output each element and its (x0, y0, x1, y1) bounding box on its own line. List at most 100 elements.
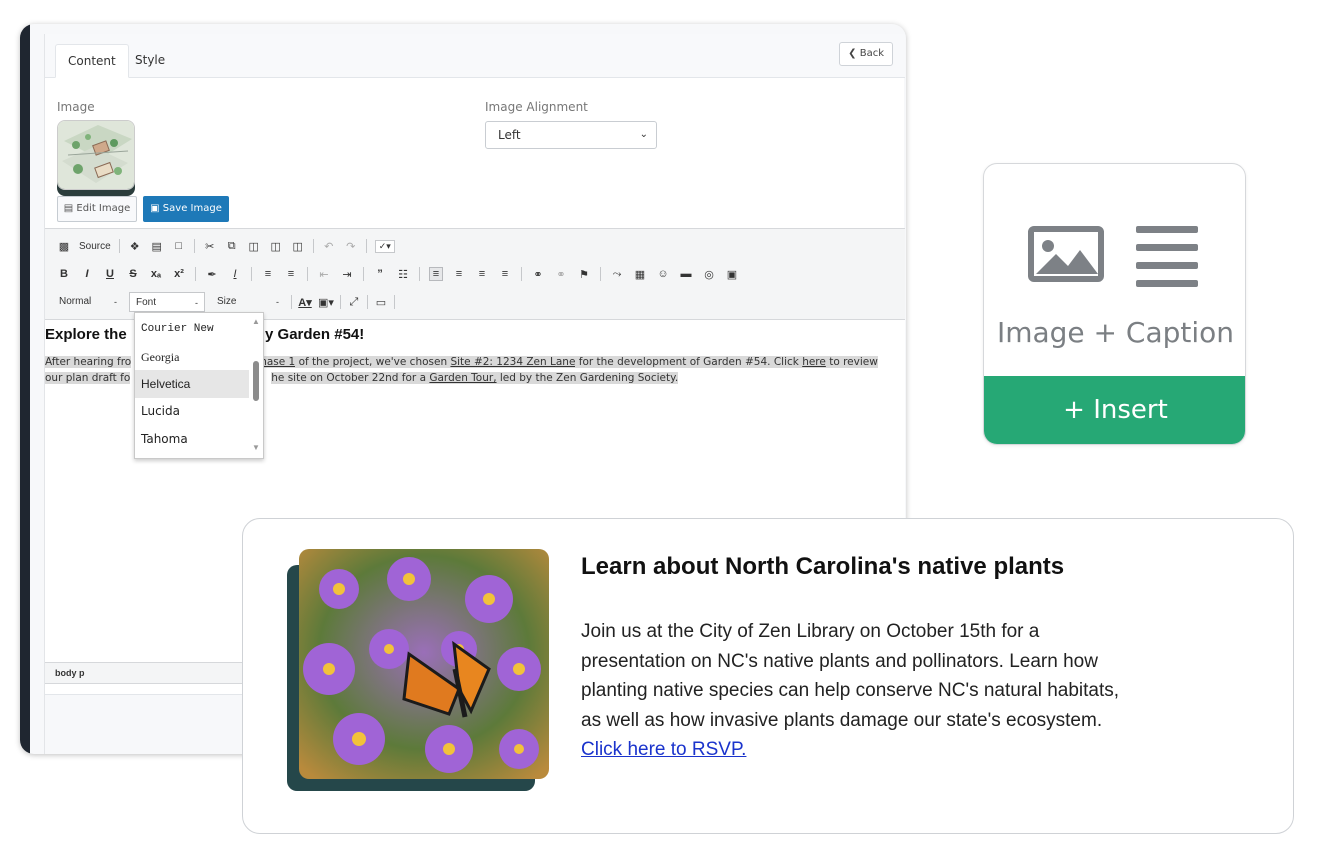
toolbar-separator (339, 295, 341, 309)
content-text: of the project, we've chosen (295, 356, 451, 368)
subscript-icon[interactable]: xₐ (149, 268, 163, 280)
content-heading-part2: y Garden #54! (265, 326, 365, 343)
cut-icon[interactable]: ✂ (203, 240, 217, 253)
outdent-icon[interactable]: ⇤ (317, 268, 331, 281)
chevron-down-icon: - (114, 297, 117, 307)
edit-image-button[interactable]: ▤ Edit Image (57, 196, 137, 222)
preview-title: Learn about North Carolina's native plan… (581, 553, 1065, 580)
font-option-courier-new[interactable]: Courier New (135, 315, 249, 343)
align-center-icon[interactable]: ≡ (452, 268, 466, 280)
table-icon[interactable]: ▦ (633, 268, 647, 281)
preview-body-text: Join us at the City of Zen Library on Oc… (581, 621, 1120, 731)
unlink-icon[interactable]: ⚭ (554, 268, 568, 281)
format-combo[interactable]: Normal - (53, 292, 123, 312)
content-text: led by the Zen Gardening Society. (496, 372, 679, 384)
horizontal-rule-icon[interactable]: ▬ (679, 268, 693, 280)
edit-image-label: Edit Image (76, 203, 131, 214)
tabs-bar: Content Style ❮ Back (45, 34, 905, 78)
chevron-left-icon: ❮ (848, 48, 857, 59)
tab-style[interactable]: Style (123, 44, 177, 78)
bold-icon[interactable]: B (57, 268, 71, 280)
copy-icon[interactable]: ⧉ (225, 240, 239, 253)
image-icon (1028, 226, 1104, 282)
format-combo-label: Normal (59, 296, 92, 307)
garden-tour-link[interactable]: Garden Tour, (429, 372, 497, 384)
scrollbar-thumb[interactable] (253, 361, 259, 401)
content-text: to review (825, 356, 878, 368)
tab-content[interactable]: Content (55, 44, 129, 78)
font-option-tahoma[interactable]: Tahoma (135, 425, 249, 453)
insert-button[interactable]: + Insert (984, 376, 1245, 444)
size-combo[interactable]: Size - (211, 292, 285, 312)
chevron-down-icon: - (276, 297, 279, 307)
font-option-georgia[interactable]: Georgia (135, 343, 249, 371)
numbered-list-icon[interactable]: ≡ (261, 268, 275, 280)
copy-format-icon[interactable]: ✒ (205, 268, 219, 281)
toolbar-separator (521, 267, 522, 281)
superscript-icon[interactable]: x² (172, 268, 186, 280)
phase-link[interactable]: nase 1 (260, 356, 296, 368)
undo-icon[interactable]: ↶ (322, 240, 336, 253)
remove-format-icon[interactable]: I (228, 268, 242, 280)
preview-body: Join us at the City of Zen Library on Oc… (581, 617, 1141, 765)
toolbar-separator (393, 295, 395, 309)
butterfly-flowers-image (299, 549, 549, 779)
source-button[interactable]: Source (79, 241, 111, 252)
back-button-label: Back (859, 48, 884, 59)
dropdown-scrollbar[interactable]: ▲ ▼ (251, 317, 261, 455)
show-blocks-icon[interactable]: ▭ (374, 296, 388, 309)
toolbar-separator (118, 239, 120, 253)
image-caption-card[interactable]: Image + Caption + Insert (983, 163, 1246, 445)
toolbar-separator (312, 239, 314, 253)
redo-icon[interactable]: ↷ (344, 240, 358, 253)
iframe-globe-icon[interactable]: ◎ (702, 268, 716, 281)
preview-card: Learn about North Carolina's native plan… (242, 518, 1294, 834)
toolbar-separator (291, 295, 292, 309)
plus-icon: + (1063, 395, 1085, 425)
background-color-icon[interactable]: ▣▾ (318, 296, 334, 309)
rsvp-link[interactable]: Click here to RSVP. (581, 739, 746, 760)
chevron-down-icon: ⌄ (639, 129, 648, 140)
paste-word-icon[interactable]: ◫ (291, 240, 305, 253)
justify-icon[interactable]: ≡ (498, 268, 512, 280)
scroll-down-icon[interactable]: ▼ (251, 443, 261, 452)
image-alignment-select[interactable]: Left ⌄ (485, 121, 657, 149)
indent-icon[interactable]: ⇥ (340, 268, 354, 281)
link-icon[interactable]: ⚭ (531, 268, 545, 281)
new-page-icon[interactable]: □ (172, 240, 186, 252)
div-container-icon[interactable]: ☷ (396, 268, 410, 281)
image-label: Image (57, 100, 95, 114)
accessibility-icon[interactable]: ❖ (128, 240, 142, 253)
card-title: Image + Caption (996, 316, 1235, 349)
align-right-icon[interactable]: ≡ (475, 268, 489, 280)
maximize-icon[interactable]: ⤢ (347, 296, 361, 309)
here-link[interactable]: here (802, 356, 826, 368)
spellcheck-icon[interactable]: ✓▾ (374, 239, 395, 253)
paste-text-icon[interactable]: ◫ (269, 240, 283, 253)
font-combo[interactable]: Font - (129, 292, 205, 312)
align-left-icon[interactable]: ≡ (429, 267, 443, 281)
insert-image-icon[interactable]: ▣ (725, 268, 739, 281)
insert-button-label: Insert (1093, 395, 1168, 425)
site-link[interactable]: Site #2: 1234 Zen Lane (450, 356, 576, 368)
text-color-icon[interactable]: A▾ (298, 296, 312, 309)
font-option-lucida[interactable]: Lucida (135, 397, 249, 425)
text-lines-icon (1136, 226, 1198, 287)
save-icon[interactable]: ▤ (150, 240, 164, 253)
font-option-helvetica[interactable]: Helvetica (135, 370, 249, 398)
scroll-up-icon[interactable]: ▲ (251, 317, 261, 326)
image-thumbnail[interactable] (57, 120, 135, 190)
italic-icon[interactable]: I (80, 268, 94, 280)
blockquote-icon[interactable]: ” (373, 268, 387, 280)
paste-icon[interactable]: ◫ (247, 240, 261, 253)
strikethrough-icon[interactable]: S (126, 268, 140, 280)
underline-icon[interactable]: U (103, 268, 117, 280)
toolbar-separator (366, 295, 368, 309)
smiley-icon[interactable]: ☺ (656, 268, 670, 280)
page-break-icon[interactable]: ⤳ (610, 268, 624, 281)
anchor-flag-icon[interactable]: ⚑ (577, 268, 591, 281)
save-image-button[interactable]: ▣ Save Image (143, 196, 229, 222)
toolbar-separator (195, 267, 196, 281)
bulleted-list-icon[interactable]: ≡ (284, 268, 298, 280)
back-button[interactable]: ❮ Back (839, 42, 893, 66)
